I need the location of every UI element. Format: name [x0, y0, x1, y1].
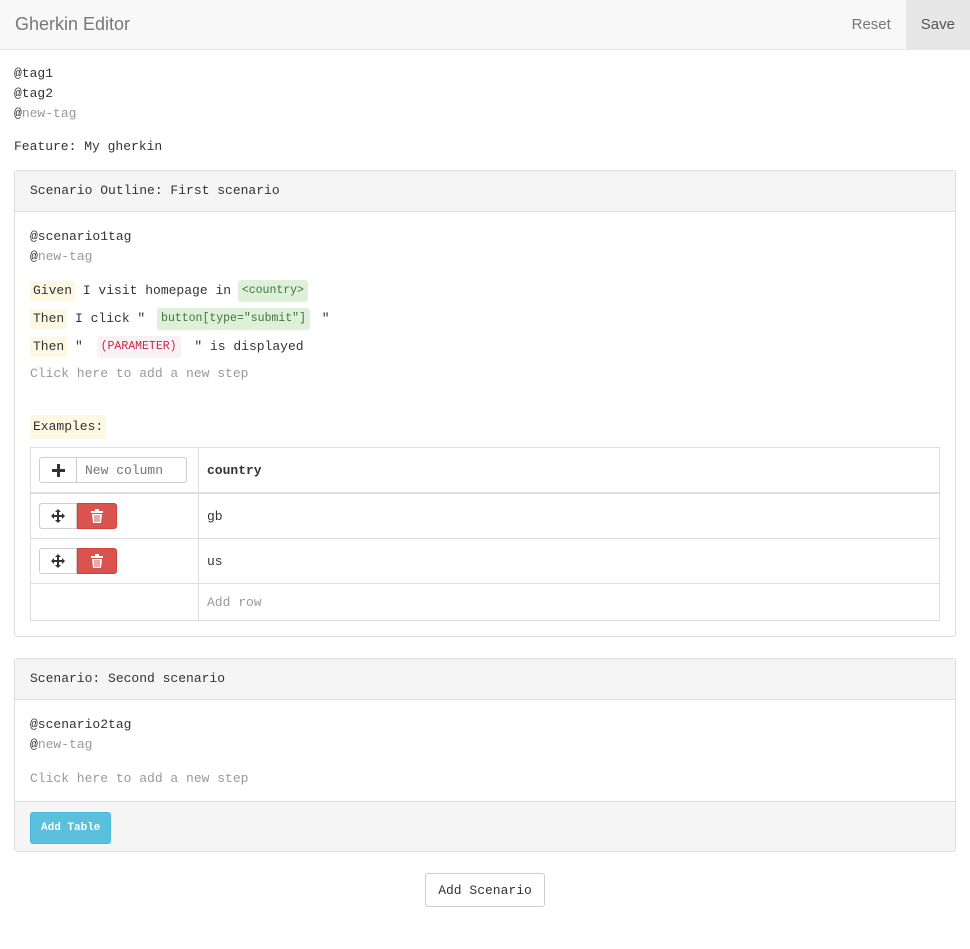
delete-row-button[interactable]: [77, 503, 117, 529]
add-column-group: [39, 457, 190, 483]
scenario-new-tag-input[interactable]: @new-tag: [30, 247, 940, 267]
table-row: gb: [30, 492, 940, 539]
step-text: ": [67, 339, 91, 354]
step-keyword[interactable]: Given: [30, 281, 76, 301]
scenario-tag[interactable]: @scenario2tag: [30, 715, 940, 735]
reset-button[interactable]: Reset: [837, 0, 906, 49]
row-controls: [30, 538, 199, 584]
feature-tag[interactable]: @tag2: [14, 84, 956, 104]
save-button[interactable]: Save: [905, 0, 970, 49]
trash-icon: [91, 509, 103, 523]
trash-icon: [91, 554, 103, 568]
step-parameter[interactable]: <country>: [237, 280, 308, 302]
examples-label: Examples:: [30, 415, 107, 439]
add-table-button[interactable]: Add Table: [30, 812, 112, 844]
new-tag-placeholder: new-tag: [21, 106, 77, 121]
move-icon: [51, 554, 65, 568]
table-cell[interactable]: gb: [198, 492, 940, 539]
step[interactable]: Then " (PARAMETER) " is displayed: [30, 336, 940, 358]
delete-row-button[interactable]: [77, 548, 117, 574]
scenario-footer: Add Table: [15, 801, 955, 851]
step-parameter[interactable]: button[type="submit"]: [157, 308, 310, 330]
empty-cell: [30, 583, 199, 621]
add-row-link[interactable]: Add row: [198, 583, 940, 621]
new-tag-placeholder: new-tag: [37, 737, 93, 752]
step-text: I click ": [67, 311, 154, 326]
add-step-link[interactable]: Click here to add a new step: [30, 769, 940, 789]
table-header-row: country: [30, 447, 940, 494]
add-scenario-button[interactable]: Add Scenario: [425, 873, 545, 907]
step[interactable]: Given I visit homepage in <country>: [30, 280, 940, 302]
scenario-tag[interactable]: @scenario1tag: [30, 227, 940, 247]
new-tag-placeholder: new-tag: [37, 249, 93, 264]
add-step-link[interactable]: Click here to add a new step: [30, 364, 940, 384]
step-text: ": [313, 311, 330, 326]
at-sign: @: [14, 106, 22, 121]
new-column-input[interactable]: [77, 457, 187, 483]
app-title: Gherkin Editor: [15, 14, 131, 34]
step-keyword[interactable]: Then: [30, 309, 68, 329]
move-row-button[interactable]: [39, 503, 77, 529]
scenario-panel-1: Scenario Outline: First scenario @scenar…: [14, 170, 956, 637]
row-button-group: [39, 503, 190, 529]
table-cell[interactable]: us: [198, 538, 940, 584]
feature-new-tag-input[interactable]: @new-tag: [14, 104, 956, 124]
at-sign: @: [30, 737, 38, 752]
at-sign: @: [30, 249, 38, 264]
examples-table: country gb: [30, 447, 940, 621]
table-row: Add row: [30, 583, 940, 621]
step-text: " is displayed: [186, 339, 304, 354]
step[interactable]: Then I click " button[type="submit"] ": [30, 308, 940, 330]
scenario-heading[interactable]: Scenario Outline: First scenario: [15, 171, 955, 212]
scenario-heading[interactable]: Scenario: Second scenario: [15, 659, 955, 700]
move-row-button[interactable]: [39, 548, 77, 574]
editor-content: @tag1 @tag2 @new-tag Feature: My gherkin…: [0, 50, 970, 907]
step-parameter[interactable]: (PARAMETER): [96, 336, 181, 358]
column-header[interactable]: country: [198, 447, 940, 494]
row-button-group: [39, 548, 190, 574]
step-text: I visit homepage in: [75, 283, 239, 298]
navbar: Gherkin Editor Reset Save: [0, 0, 970, 50]
add-column-button[interactable]: [39, 457, 77, 483]
scenario-body: @scenario2tag @new-tag Click here to add…: [15, 700, 955, 801]
feature-line[interactable]: Feature: My gherkin: [14, 137, 956, 157]
table-row: us: [30, 538, 940, 584]
step-keyword[interactable]: Then: [30, 337, 68, 357]
feature-tag[interactable]: @tag1: [14, 64, 956, 84]
plus-icon: [51, 463, 65, 477]
move-icon: [51, 509, 65, 523]
scenario-panel-2: Scenario: Second scenario @scenario2tag …: [14, 658, 956, 852]
navbar-actions: Reset Save: [837, 0, 970, 49]
scenario-new-tag-input[interactable]: @new-tag: [30, 735, 940, 755]
row-controls: [30, 492, 199, 539]
scenario-body: @scenario1tag @new-tag Given I visit hom…: [15, 212, 955, 636]
table-header-controls: [30, 447, 199, 494]
